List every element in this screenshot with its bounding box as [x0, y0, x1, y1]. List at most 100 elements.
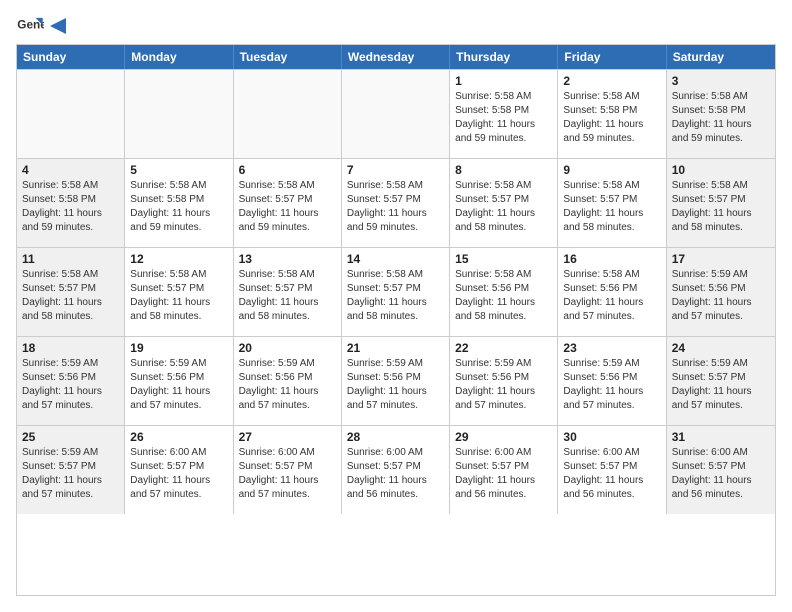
- day-info: Sunrise: 6:00 AM Sunset: 5:57 PM Dayligh…: [563, 446, 660, 502]
- calendar-day-7: 7 Sunrise: 5:58 AM Sunset: 5:57 PM Daylig…: [342, 159, 450, 247]
- day-number: 4: [22, 163, 119, 177]
- day-number: 13: [239, 252, 336, 266]
- calendar-day-11: 11 Sunrise: 5:58 AM Sunset: 5:57 PM Dayli…: [17, 248, 125, 336]
- day-info: Sunrise: 5:59 AM Sunset: 5:57 PM Dayligh…: [672, 357, 770, 413]
- weekday-header-sunday: Sunday: [17, 45, 125, 69]
- day-info: Sunrise: 5:58 AM Sunset: 5:58 PM Dayligh…: [22, 179, 119, 235]
- day-info: Sunrise: 5:58 AM Sunset: 5:58 PM Dayligh…: [455, 90, 552, 146]
- day-number: 26: [130, 430, 227, 444]
- day-info: Sunrise: 5:58 AM Sunset: 5:57 PM Dayligh…: [672, 179, 770, 235]
- day-number: 2: [563, 74, 660, 88]
- calendar-day-4: 4 Sunrise: 5:58 AM Sunset: 5:58 PM Daylig…: [17, 159, 125, 247]
- day-number: 5: [130, 163, 227, 177]
- day-info: Sunrise: 5:58 AM Sunset: 5:57 PM Dayligh…: [239, 268, 336, 324]
- day-info: Sunrise: 5:59 AM Sunset: 5:56 PM Dayligh…: [347, 357, 444, 413]
- day-info: Sunrise: 5:58 AM Sunset: 5:58 PM Dayligh…: [130, 179, 227, 235]
- day-info: Sunrise: 6:00 AM Sunset: 5:57 PM Dayligh…: [347, 446, 444, 502]
- calendar-empty-cell: [234, 70, 342, 158]
- day-number: 10: [672, 163, 770, 177]
- calendar-day-27: 27 Sunrise: 6:00 AM Sunset: 5:57 PM Dayli…: [234, 426, 342, 514]
- calendar-day-6: 6 Sunrise: 5:58 AM Sunset: 5:57 PM Daylig…: [234, 159, 342, 247]
- day-number: 23: [563, 341, 660, 355]
- calendar-day-31: 31 Sunrise: 6:00 AM Sunset: 5:57 PM Dayli…: [667, 426, 775, 514]
- calendar-body: 1Sunrise: 5:58 AM Sunset: 5:58 PM Daylig…: [17, 69, 775, 514]
- day-info: Sunrise: 5:58 AM Sunset: 5:57 PM Dayligh…: [239, 179, 336, 235]
- calendar-day-30: 30 Sunrise: 6:00 AM Sunset: 5:57 PM Dayli…: [558, 426, 666, 514]
- day-info: Sunrise: 5:58 AM Sunset: 5:58 PM Dayligh…: [672, 90, 770, 146]
- day-number: 18: [22, 341, 119, 355]
- day-number: 3: [672, 74, 770, 88]
- day-info: Sunrise: 5:59 AM Sunset: 5:56 PM Dayligh…: [563, 357, 660, 413]
- calendar-day-29: 29 Sunrise: 6:00 AM Sunset: 5:57 PM Dayli…: [450, 426, 558, 514]
- calendar-empty-cell: [125, 70, 233, 158]
- calendar-empty-cell: [342, 70, 450, 158]
- day-info: Sunrise: 6:00 AM Sunset: 5:57 PM Dayligh…: [130, 446, 227, 502]
- day-info: Sunrise: 5:58 AM Sunset: 5:58 PM Dayligh…: [563, 90, 660, 146]
- day-number: 8: [455, 163, 552, 177]
- day-number: 15: [455, 252, 552, 266]
- calendar-day-8: 8 Sunrise: 5:58 AM Sunset: 5:57 PM Daylig…: [450, 159, 558, 247]
- page-header: General: [16, 16, 776, 36]
- calendar-day-3: 3 Sunrise: 5:58 AM Sunset: 5:58 PM Daylig…: [667, 70, 775, 158]
- day-number: 21: [347, 341, 444, 355]
- logo-arrow-icon: [50, 18, 66, 34]
- day-number: 25: [22, 430, 119, 444]
- day-number: 31: [672, 430, 770, 444]
- calendar-day-2: 2 Sunrise: 5:58 AM Sunset: 5:58 PM Daylig…: [558, 70, 666, 158]
- day-info: Sunrise: 5:58 AM Sunset: 5:56 PM Dayligh…: [563, 268, 660, 324]
- day-info: Sunrise: 5:58 AM Sunset: 5:57 PM Dayligh…: [455, 179, 552, 235]
- day-info: Sunrise: 6:00 AM Sunset: 5:57 PM Dayligh…: [239, 446, 336, 502]
- day-number: 9: [563, 163, 660, 177]
- day-info: Sunrise: 5:59 AM Sunset: 5:56 PM Dayligh…: [22, 357, 119, 413]
- calendar-day-20: 20 Sunrise: 5:59 AM Sunset: 5:56 PM Dayli…: [234, 337, 342, 425]
- calendar-empty-cell: [17, 70, 125, 158]
- day-number: 29: [455, 430, 552, 444]
- day-number: 22: [455, 341, 552, 355]
- weekday-header-thursday: Thursday: [450, 45, 558, 69]
- day-number: 20: [239, 341, 336, 355]
- day-number: 6: [239, 163, 336, 177]
- day-number: 28: [347, 430, 444, 444]
- calendar-header: SundayMondayTuesdayWednesdayThursdayFrid…: [17, 45, 775, 69]
- calendar: SundayMondayTuesdayWednesdayThursdayFrid…: [16, 44, 776, 596]
- calendar-day-23: 23 Sunrise: 5:59 AM Sunset: 5:56 PM Dayli…: [558, 337, 666, 425]
- day-info: Sunrise: 5:58 AM Sunset: 5:56 PM Dayligh…: [455, 268, 552, 324]
- logo-icon: General: [16, 16, 44, 36]
- day-number: 27: [239, 430, 336, 444]
- day-number: 14: [347, 252, 444, 266]
- calendar-week-3: 11 Sunrise: 5:58 AM Sunset: 5:57 PM Dayli…: [17, 247, 775, 336]
- calendar-day-15: 15 Sunrise: 5:58 AM Sunset: 5:56 PM Dayli…: [450, 248, 558, 336]
- calendar-day-28: 28 Sunrise: 6:00 AM Sunset: 5:57 PM Dayli…: [342, 426, 450, 514]
- calendar-week-5: 25Sunrise: 5:59 AM Sunset: 5:57 PM Dayli…: [17, 425, 775, 514]
- calendar-week-2: 4 Sunrise: 5:58 AM Sunset: 5:58 PM Daylig…: [17, 158, 775, 247]
- day-number: 12: [130, 252, 227, 266]
- day-number: 11: [22, 252, 119, 266]
- weekday-header-wednesday: Wednesday: [342, 45, 450, 69]
- weekday-header-tuesday: Tuesday: [234, 45, 342, 69]
- day-info: Sunrise: 5:59 AM Sunset: 5:56 PM Dayligh…: [455, 357, 552, 413]
- calendar-day-21: 21 Sunrise: 5:59 AM Sunset: 5:56 PM Dayli…: [342, 337, 450, 425]
- day-info: Sunrise: 6:00 AM Sunset: 5:57 PM Dayligh…: [455, 446, 552, 502]
- day-info: Sunrise: 5:59 AM Sunset: 5:56 PM Dayligh…: [130, 357, 227, 413]
- weekday-header-monday: Monday: [125, 45, 233, 69]
- day-number: 30: [563, 430, 660, 444]
- day-info: Sunrise: 6:00 AM Sunset: 5:57 PM Dayligh…: [672, 446, 770, 502]
- day-info: Sunrise: 5:58 AM Sunset: 5:57 PM Dayligh…: [130, 268, 227, 324]
- calendar-day-17: 17Sunrise: 5:59 AM Sunset: 5:56 PM Dayli…: [667, 248, 775, 336]
- calendar-day-13: 13 Sunrise: 5:58 AM Sunset: 5:57 PM Dayli…: [234, 248, 342, 336]
- calendar-day-22: 22 Sunrise: 5:59 AM Sunset: 5:56 PM Dayli…: [450, 337, 558, 425]
- day-info: Sunrise: 5:58 AM Sunset: 5:57 PM Dayligh…: [22, 268, 119, 324]
- day-number: 17: [672, 252, 770, 266]
- calendar-day-19: 19Sunrise: 5:59 AM Sunset: 5:56 PM Dayli…: [125, 337, 233, 425]
- calendar-week-4: 18 Sunrise: 5:59 AM Sunset: 5:56 PM Dayli…: [17, 336, 775, 425]
- day-info: Sunrise: 5:58 AM Sunset: 5:57 PM Dayligh…: [347, 179, 444, 235]
- day-number: 7: [347, 163, 444, 177]
- calendar-day-24: 24Sunrise: 5:59 AM Sunset: 5:57 PM Dayli…: [667, 337, 775, 425]
- day-info: Sunrise: 5:59 AM Sunset: 5:56 PM Dayligh…: [239, 357, 336, 413]
- calendar-day-12: 12 Sunrise: 5:58 AM Sunset: 5:57 PM Dayli…: [125, 248, 233, 336]
- weekday-header-saturday: Saturday: [667, 45, 775, 69]
- calendar-week-1: 1Sunrise: 5:58 AM Sunset: 5:58 PM Daylig…: [17, 69, 775, 158]
- day-info: Sunrise: 5:58 AM Sunset: 5:57 PM Dayligh…: [563, 179, 660, 235]
- day-info: Sunrise: 5:58 AM Sunset: 5:57 PM Dayligh…: [347, 268, 444, 324]
- calendar-day-9: 9 Sunrise: 5:58 AM Sunset: 5:57 PM Daylig…: [558, 159, 666, 247]
